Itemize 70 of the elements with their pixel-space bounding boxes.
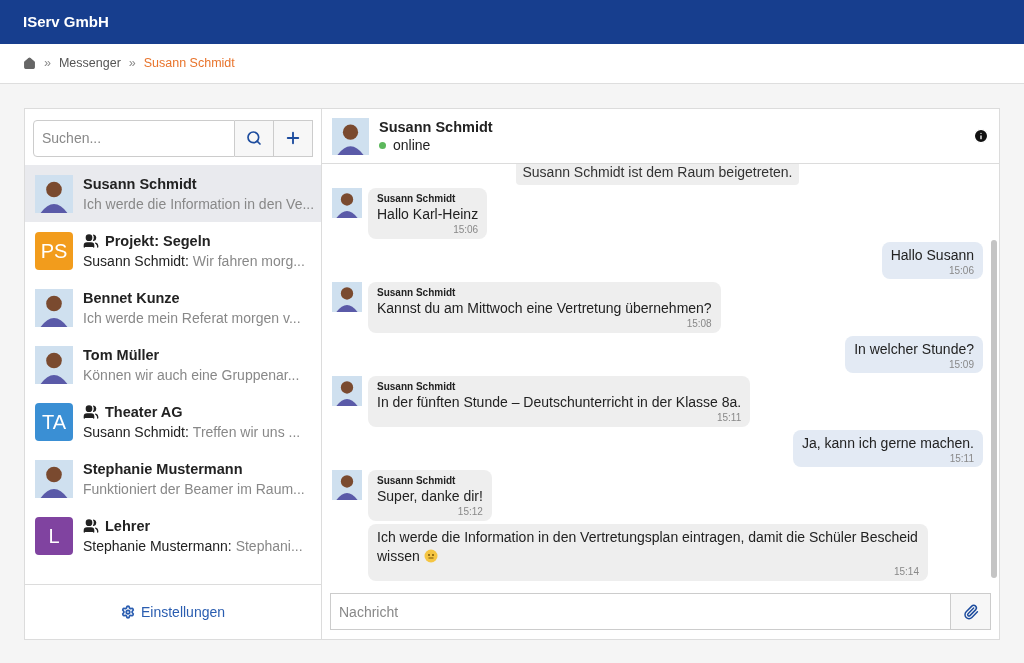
search-icon — [246, 130, 262, 146]
app-title: IServ GmbH — [23, 11, 109, 32]
message-preview: Können wir auch eine Gruppenar... — [83, 365, 300, 385]
preview-sender: Susann Schmidt: — [83, 251, 189, 271]
system-message: Susann Schmidt ist dem Raum beigetreten. — [516, 164, 799, 185]
message-time: 15:08 — [686, 318, 712, 330]
message-text: Super, danke dir! — [377, 487, 483, 506]
breadcrumb-link[interactable]: Messenger — [58, 54, 121, 73]
message-text: In der fünften Stunde – Deutschunterricht in der Klasse 8a. — [377, 393, 742, 412]
scrollbar[interactable] — [991, 240, 997, 578]
avatar-icon — [35, 174, 73, 213]
message-time: 15:06 — [948, 265, 974, 277]
plus-icon — [284, 129, 302, 147]
initials-avatar: TA — [35, 402, 73, 441]
sender-name: Susann Schmidt — [377, 286, 457, 299]
status-text: online — [393, 136, 431, 154]
initials-avatar: PS — [35, 231, 73, 270]
avatar-icon — [35, 345, 73, 384]
attach-button[interactable] — [951, 593, 991, 630]
conversation-name: Stephanie Mustermann — [83, 459, 243, 479]
initials-avatar: L — [35, 516, 73, 555]
contact-name: Susann Schmidt — [379, 118, 493, 136]
message-preview: Ich werde mein Referat morgen v... — [83, 308, 301, 328]
search-field[interactable]: Suchen... — [33, 119, 235, 157]
message-time: 15:09 — [948, 359, 974, 371]
avatar-icon — [332, 282, 362, 312]
breadcrumb-separator: » — [44, 55, 51, 73]
avatar-icon — [332, 117, 369, 155]
paperclip-icon — [962, 603, 979, 620]
avatar-icon — [332, 470, 362, 500]
message-time: 15:11 — [716, 412, 742, 424]
message-text: Ich werde die Information in den Vertretungsplan eintragen, damit die Schüler Bescheid wissen — [377, 528, 919, 566]
message-text: Hallo Susann — [890, 246, 974, 265]
message-time: 15:11 — [949, 453, 974, 465]
message-field[interactable]: Nachricht — [330, 593, 951, 630]
info-icon[interactable] — [973, 128, 989, 144]
message-text: Hallo Karl-Heinz — [377, 205, 479, 224]
message-text: In welcher Stunde? — [854, 340, 974, 359]
avatar-icon — [332, 188, 362, 218]
conversation-name: Bennet Kunze — [83, 288, 180, 308]
avatar-icon — [35, 288, 73, 327]
message-preview: Ich werde die Information in den Ve... — [83, 194, 315, 214]
add-button[interactable] — [274, 119, 313, 157]
sender-name: Susann Schmidt — [377, 474, 457, 487]
message-text: Ja, kann ich gerne machen. — [802, 434, 974, 453]
preview-sender: Stephanie Mustermann: — [83, 536, 232, 556]
conversation-name: Susann Schmidt — [83, 174, 197, 194]
search-button[interactable] — [235, 119, 274, 157]
conversation-name: Lehrer — [105, 516, 151, 536]
conversation-name: Projekt: Segeln — [105, 231, 211, 251]
message-preview: Wir fahren morg... — [192, 251, 305, 271]
message-time: 15:06 — [453, 224, 479, 236]
sender-name: Susann Schmidt — [377, 192, 457, 205]
preview-sender: Susann Schmidt: — [83, 422, 189, 442]
settings-icon — [120, 605, 135, 619]
message-preview: Treffen wir uns ... — [192, 422, 301, 442]
breadcrumb-separator: » — [128, 55, 136, 73]
avatar-icon — [332, 376, 362, 406]
conversation-name: Theater AG — [105, 402, 183, 422]
avatar-icon — [35, 459, 73, 498]
message-text: Kannst du am Mittwoch eine Vertretung übernehmen? — [377, 299, 712, 318]
home-icon[interactable] — [23, 57, 36, 70]
message-time: 15:12 — [457, 506, 483, 518]
message-preview: Stephani... — [235, 536, 303, 556]
settings-link[interactable]: Einstellungen — [120, 601, 226, 623]
conversation-item[interactable]: Susann Schmidt Ich werde die Information in den Ve... — [25, 165, 321, 222]
message-time: 15:14 — [893, 566, 919, 578]
message-preview: Funktioniert der Beamer im Raum... — [83, 479, 305, 499]
conversation-name: Tom Müller — [83, 345, 160, 365]
sender-name: Susann Schmidt — [377, 380, 457, 393]
